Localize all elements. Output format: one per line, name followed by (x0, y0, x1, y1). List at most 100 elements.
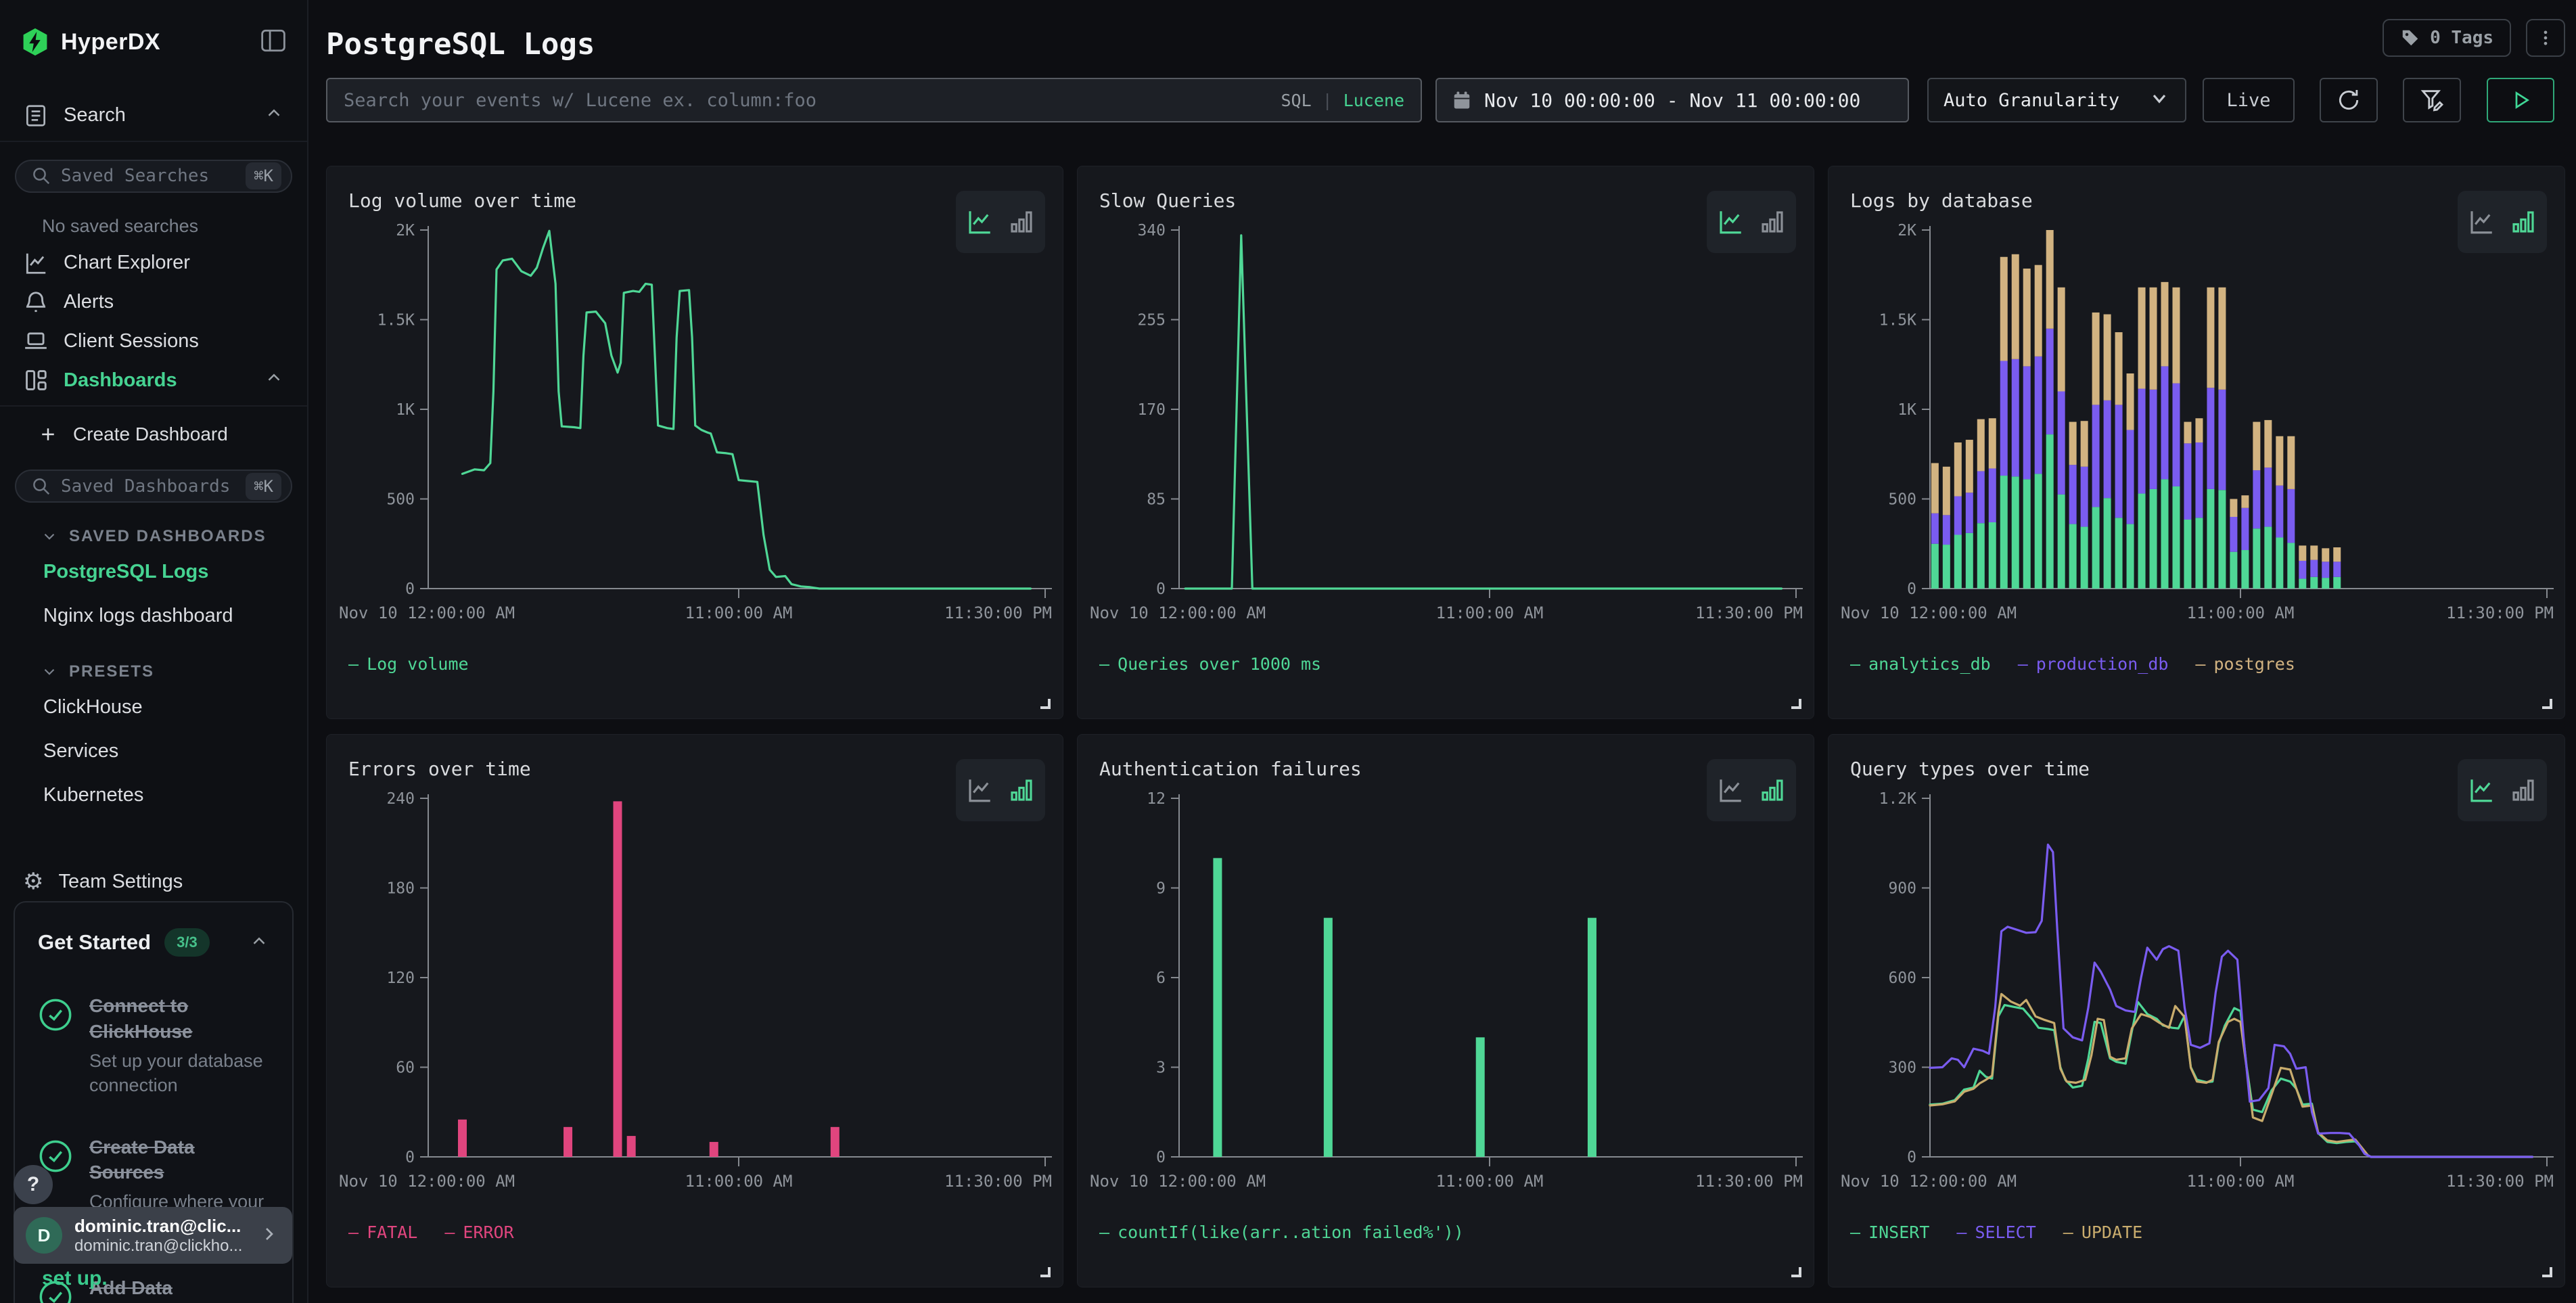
section-header-label: SAVED DASHBOARDS (69, 527, 267, 546)
sidebar-item-postgresql-logs[interactable]: PostgreSQL Logs (0, 550, 307, 594)
play-icon (2508, 88, 2533, 112)
chart-plot[interactable]: 1.2K9006003000Nov 10 12:00:00 AM11:00:00… (1828, 788, 2565, 1221)
legend-item[interactable]: —UPDATE (2063, 1222, 2142, 1242)
bar-chart-icon[interactable] (2509, 776, 2537, 804)
line-chart-icon[interactable] (965, 208, 994, 236)
sidebar-item-label: Chart Explorer (64, 252, 190, 274)
date-range-picker[interactable]: Nov 10 00:00:00 - Nov 11 00:00:00 (1435, 78, 1909, 122)
chart-panel-errors-over-time: Errors over time 240180120600Nov 10 12:0… (326, 734, 1063, 1287)
chart-plot[interactable]: 2K1.5K1K5000Nov 10 12:00:00 AM11:00:00 A… (1828, 220, 2565, 653)
svg-text:11:30:00 PM: 11:30:00 PM (944, 1172, 1052, 1191)
get-started-item-connect[interactable]: Connect to ClickHouse Set up your databa… (38, 993, 269, 1097)
bar-chart-icon[interactable] (1758, 208, 1787, 236)
line-chart-icon[interactable] (2467, 776, 2496, 804)
sidebar-item-chart-explorer[interactable]: Chart Explorer (0, 244, 307, 283)
tags-button[interactable]: 0 Tags (2383, 19, 2511, 57)
legend-item[interactable]: —INSERT (1850, 1222, 1929, 1242)
user-menu[interactable]: D dominic.tran@clic... dominic.tran@clic… (14, 1207, 292, 1264)
chart-plot[interactable]: 340255170850Nov 10 12:00:00 AM11:00:00 A… (1078, 220, 1814, 653)
legend-item[interactable]: —Queries over 1000 ms (1099, 654, 1321, 674)
sidebar-item-kubernetes[interactable]: Kubernetes (0, 773, 307, 817)
sidebar-item-search[interactable]: Search (0, 96, 307, 135)
line-chart-icon[interactable] (965, 776, 994, 804)
plus-icon (38, 424, 58, 444)
chevron-up-icon[interactable] (264, 103, 284, 129)
svg-text:Nov 10 12:00:00 AM: Nov 10 12:00:00 AM (339, 1172, 515, 1191)
create-dashboard-label: Create Dashboard (73, 424, 228, 445)
bar-chart-icon[interactable] (1758, 776, 1787, 804)
svg-text:60: 60 (396, 1059, 415, 1077)
sidebar: HyperDX Search Saved Searches ⌘K No save… (0, 0, 308, 1303)
chart-plot[interactable]: 240180120600Nov 10 12:00:00 AM11:00:00 A… (327, 788, 1063, 1221)
chart-panel-log-volume: Log volume over time 2K1.5K1K5000Nov 10 … (326, 166, 1063, 719)
svg-text:11:30:00 PM: 11:30:00 PM (944, 603, 1052, 622)
granularity-select[interactable]: Auto Granularity (1927, 78, 2186, 122)
saved-searches-input[interactable]: Saved Searches ⌘K (15, 160, 292, 193)
resize-handle[interactable] (1040, 699, 1051, 709)
sql-mode-toggle[interactable]: SQL (1281, 91, 1311, 110)
user-email: dominic.tran@clickho... (74, 1237, 246, 1256)
svg-text:2K: 2K (1898, 222, 1916, 239)
chart-plot[interactable]: 129630Nov 10 12:00:00 AM11:00:00 AM11:30… (1078, 788, 1814, 1221)
chevron-up-icon[interactable] (264, 367, 284, 393)
sidebar-collapse-icon[interactable] (260, 28, 287, 56)
dashboard-menu-button[interactable] (2526, 19, 2565, 57)
chart-legend: —Queries over 1000 ms (1078, 654, 1814, 674)
svg-text:1K: 1K (1898, 401, 1916, 419)
bar-chart-icon[interactable] (1007, 776, 1036, 804)
legend-item[interactable]: —Log volume (348, 654, 469, 674)
legend-item[interactable]: —postgres (2195, 654, 2295, 674)
event-search-input[interactable]: Search your events w/ Lucene ex. column:… (326, 78, 1422, 122)
svg-text:500: 500 (1888, 491, 1916, 509)
chevron-down-icon (2148, 87, 2170, 114)
sidebar-item-dashboards[interactable]: Dashboards (0, 361, 307, 400)
resize-handle[interactable] (2542, 699, 2552, 709)
help-button[interactable]: ? (14, 1165, 53, 1204)
resize-handle[interactable] (2542, 1267, 2552, 1277)
legend-item[interactable]: —ERROR (444, 1222, 513, 1242)
legend-item[interactable]: —countIf(like(arr..ation failed%')) (1099, 1222, 1464, 1242)
live-button[interactable]: Live (2203, 78, 2295, 122)
line-chart-icon[interactable] (2467, 208, 2496, 236)
event-search-placeholder: Search your events w/ Lucene ex. column:… (344, 90, 1281, 111)
resize-handle[interactable] (1040, 1267, 1051, 1277)
brand[interactable]: HyperDX (20, 27, 260, 57)
chart-plot[interactable]: 2K1.5K1K5000Nov 10 12:00:00 AM11:00:00 A… (327, 220, 1063, 653)
run-query-button[interactable] (2487, 78, 2554, 122)
svg-text:11:00:00 AM: 11:00:00 AM (1436, 1172, 1544, 1191)
sidebar-item-label: Alerts (64, 291, 114, 313)
line-chart-icon[interactable] (1716, 208, 1745, 236)
date-range-value: Nov 10 00:00:00 - Nov 11 00:00:00 (1484, 89, 1860, 112)
svg-text:240: 240 (386, 790, 415, 808)
chevron-up-icon[interactable] (249, 931, 269, 955)
resize-handle[interactable] (1791, 699, 1801, 709)
filter-button[interactable] (2403, 78, 2461, 122)
sidebar-item-nginx-logs-dashboard[interactable]: Nginx logs dashboard (0, 594, 307, 638)
lucene-mode-toggle[interactable]: Lucene (1343, 91, 1404, 110)
legend-item[interactable]: —FATAL (348, 1222, 417, 1242)
legend-item[interactable]: —production_db (2018, 654, 2169, 674)
sidebar-item-services[interactable]: Services (0, 729, 307, 773)
legend-item[interactable]: —SELECT (1956, 1222, 2036, 1242)
sidebar-item-alerts[interactable]: Alerts (0, 283, 307, 322)
sidebar-item-client-sessions[interactable]: Client Sessions (0, 322, 307, 361)
bar-chart-icon[interactable] (1007, 208, 1036, 236)
create-dashboard-button[interactable]: Create Dashboard (0, 416, 307, 452)
refresh-button[interactable] (2320, 78, 2378, 122)
line-chart-icon[interactable] (1716, 776, 1745, 804)
get-started-item-title: Connect to ClickHouse (89, 993, 269, 1045)
saved-dashboards-header[interactable]: SAVED DASHBOARDS (0, 503, 307, 550)
sidebar-item-team-settings[interactable]: ⚙ Team Settings (0, 862, 307, 901)
bar-chart-icon[interactable] (2509, 208, 2537, 236)
presets-header[interactable]: PRESETS (0, 638, 307, 685)
resize-handle[interactable] (1791, 1267, 1801, 1277)
svg-text:1.5K: 1.5K (1879, 312, 1917, 329)
svg-text:11:30:00 PM: 11:30:00 PM (1695, 603, 1803, 622)
sidebar-item-clickhouse[interactable]: ClickHouse (0, 685, 307, 729)
no-saved-searches-text: No saved searches (0, 193, 307, 244)
legend-item[interactable]: —analytics_db (1850, 654, 1991, 674)
dashboards-icon (23, 367, 49, 393)
saved-dashboards-input[interactable]: Saved Dashboards ⌘K (15, 470, 292, 503)
chart-mode-toolbar (956, 191, 1045, 253)
chart-mode-toolbar (2458, 191, 2547, 253)
